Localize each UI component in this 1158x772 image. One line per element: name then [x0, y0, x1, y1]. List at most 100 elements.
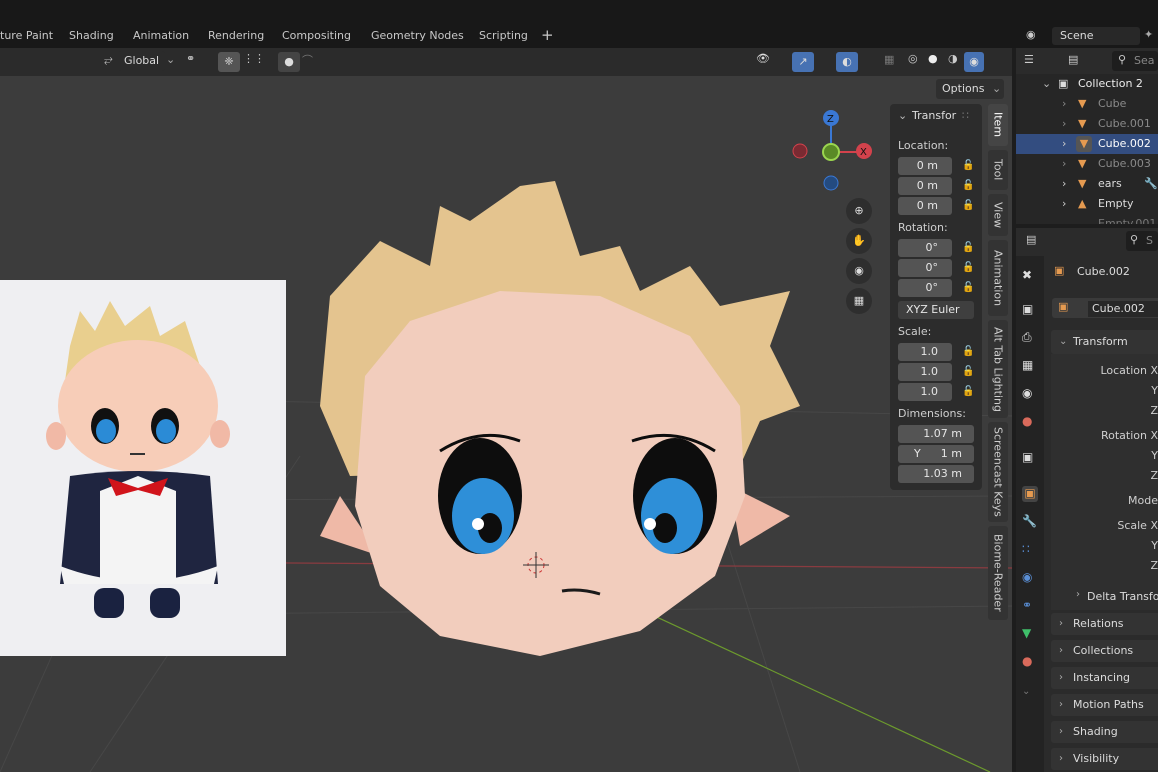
- rotation-y-field[interactable]: 0°: [898, 259, 952, 277]
- tab-view[interactable]: View: [988, 194, 1008, 236]
- tab-tool[interactable]: Tool: [988, 150, 1008, 190]
- lock-icon[interactable]: 🔓: [962, 180, 974, 191]
- mesh-name-field[interactable]: Cube.002: [1088, 301, 1158, 317]
- modifier-wrench-icon[interactable]: 🔧: [1022, 514, 1038, 530]
- rotation-x-field[interactable]: 0°: [898, 239, 952, 257]
- wireframe-shading-icon[interactable]: ◎: [908, 52, 918, 65]
- panel-title[interactable]: Transfor: [912, 109, 956, 122]
- zoom-icon[interactable]: ⊕: [846, 198, 872, 224]
- rotation-mode-dropdown[interactable]: XYZ Euler: [898, 301, 974, 319]
- navigation-gizmo[interactable]: Z X: [786, 108, 882, 194]
- scale-y-field[interactable]: 1.0: [898, 363, 952, 381]
- physics-icon[interactable]: ◉: [1022, 570, 1038, 586]
- tab-screencast-keys[interactable]: Screencast Keys: [988, 422, 1008, 522]
- pan-hand-icon[interactable]: ✋: [846, 228, 872, 254]
- tab-scripting[interactable]: Scripting: [479, 29, 528, 42]
- lock-icon[interactable]: 🔓: [962, 386, 974, 397]
- camera-icon[interactable]: ◉: [846, 258, 872, 284]
- instancing-section[interactable]: › Instancing: [1051, 667, 1158, 689]
- scale-z-field[interactable]: 1.0: [898, 383, 952, 401]
- visibility-section[interactable]: › Visibility: [1051, 748, 1158, 770]
- particles-icon[interactable]: ∷: [1022, 542, 1038, 558]
- tab-shading[interactable]: Shading: [69, 29, 114, 42]
- solid-shading-icon[interactable]: ●: [928, 52, 938, 65]
- tab-alt-tab-lighting[interactable]: Alt Tab Lighting: [988, 320, 1008, 418]
- scene-name[interactable]: Scene: [1052, 27, 1140, 45]
- gizmo-toggle-icon[interactable]: ↗: [792, 52, 814, 72]
- visibility-eye-icon[interactable]: 👁: [756, 52, 770, 65]
- chevron-down-icon[interactable]: ⌄: [1022, 686, 1038, 702]
- display-mode-icon[interactable]: ☰: [1024, 53, 1034, 66]
- render-icon[interactable]: ▣: [1022, 302, 1038, 318]
- location-x-field[interactable]: 0 m: [898, 157, 952, 175]
- tab-rendering[interactable]: Rendering: [208, 29, 264, 42]
- lock-icon[interactable]: 🔓: [962, 346, 974, 357]
- perspective-grid-icon[interactable]: ▦: [846, 288, 872, 314]
- add-workspace-button[interactable]: +: [541, 26, 554, 44]
- proportional-edit-icon[interactable]: ●: [278, 52, 300, 72]
- delta-transform-label[interactable]: Delta Transfo: [1087, 590, 1158, 603]
- collection-icon[interactable]: ▣: [1022, 450, 1038, 466]
- data-mesh-icon[interactable]: ▼: [1022, 626, 1038, 642]
- scale-x-field[interactable]: 1.0: [898, 343, 952, 361]
- snap-toggle-icon[interactable]: ❈: [218, 52, 240, 72]
- outliner-item[interactable]: Empty.001: [1016, 214, 1158, 224]
- scene-icon[interactable]: ◉: [1022, 386, 1038, 402]
- collection-row[interactable]: ⌄ ▣ Collection 2: [1016, 74, 1158, 94]
- outliner-item[interactable]: › ▲ Empty: [1016, 194, 1158, 214]
- editor-type-icon[interactable]: ▤: [1026, 233, 1036, 246]
- chevron-right-icon[interactable]: ›: [1062, 174, 1066, 194]
- outliner-item[interactable]: › ▼ ears 🔧: [1016, 174, 1158, 194]
- location-z-field[interactable]: 0 m: [898, 197, 952, 215]
- rendered-shading-icon[interactable]: ◉: [964, 52, 984, 72]
- 3d-viewport[interactable]: Z X ⊕ ✋ ◉ ▦ Options ⌄: [0, 76, 1012, 772]
- dimension-x-field[interactable]: 1.07 m: [898, 425, 974, 443]
- chevron-right-icon[interactable]: ›: [1062, 94, 1066, 114]
- material-icon[interactable]: ●: [1022, 654, 1038, 670]
- pivot-icon[interactable]: ⚭: [186, 52, 195, 65]
- transform-section-header[interactable]: ⌄ Transform: [1051, 330, 1158, 354]
- chevron-right-icon[interactable]: ›: [1076, 589, 1080, 600]
- outliner-item[interactable]: › ▼ Cube.003: [1016, 154, 1158, 174]
- object-name[interactable]: Cube.002: [1077, 265, 1130, 278]
- chevron-right-icon[interactable]: ›: [1062, 134, 1066, 154]
- filter-icon[interactable]: ▤: [1068, 53, 1078, 66]
- lock-icon[interactable]: 🔓: [962, 242, 974, 253]
- tool-icon[interactable]: ✖: [1022, 268, 1038, 284]
- rotation-z-field[interactable]: 0°: [898, 279, 952, 297]
- collections-section[interactable]: › Collections: [1051, 640, 1158, 662]
- object-icon[interactable]: ▣: [1022, 486, 1038, 502]
- chevron-right-icon[interactable]: ›: [1062, 194, 1066, 214]
- datablock-selector[interactable]: ▣ Cube.002: [1052, 298, 1158, 318]
- view-layer-icon[interactable]: ▦: [1022, 358, 1038, 374]
- tab-item[interactable]: Item: [988, 104, 1008, 146]
- overlay-toggle-icon[interactable]: ◐: [836, 52, 858, 72]
- outliner-item[interactable]: › ▼ Cube.001: [1016, 114, 1158, 134]
- tab-compositing[interactable]: Compositing: [282, 29, 351, 42]
- tab-biome-reader[interactable]: Biome-Reader: [988, 526, 1008, 620]
- tab-animation[interactable]: Animation: [133, 29, 189, 42]
- chevron-down-icon[interactable]: ⌄: [1042, 74, 1051, 94]
- drag-handle-icon[interactable]: ∷: [962, 109, 969, 122]
- dimension-y-field[interactable]: 1 m: [898, 445, 974, 463]
- shading-section[interactable]: › Shading: [1051, 721, 1158, 743]
- falloff-icon[interactable]: ⌒: [302, 52, 313, 68]
- transform-orientation-dropdown[interactable]: Global: [118, 51, 166, 71]
- lock-icon[interactable]: 🔓: [962, 366, 974, 377]
- location-y-field[interactable]: 0 m: [898, 177, 952, 195]
- material-shading-icon[interactable]: ◑: [948, 52, 958, 65]
- outliner-item-selected[interactable]: › ▼ Cube.002: [1016, 134, 1158, 154]
- lock-icon[interactable]: 🔓: [962, 262, 974, 273]
- outliner-item[interactable]: › ▼ Cube: [1016, 94, 1158, 114]
- chevron-down-icon[interactable]: ⌄: [898, 109, 907, 122]
- lock-icon[interactable]: 🔓: [962, 200, 974, 211]
- lock-icon[interactable]: 🔓: [962, 282, 974, 293]
- lock-icon[interactable]: 🔓: [962, 160, 974, 171]
- snap-target-icon[interactable]: ⋮⋮: [243, 52, 265, 65]
- chevron-right-icon[interactable]: ›: [1062, 154, 1066, 174]
- motion-paths-section[interactable]: › Motion Paths: [1051, 694, 1158, 716]
- xray-icon[interactable]: ▦: [884, 53, 894, 66]
- tab-animation[interactable]: Animation: [988, 240, 1008, 316]
- chevron-right-icon[interactable]: ›: [1062, 114, 1066, 134]
- pin-icon[interactable]: ✦: [1144, 28, 1153, 41]
